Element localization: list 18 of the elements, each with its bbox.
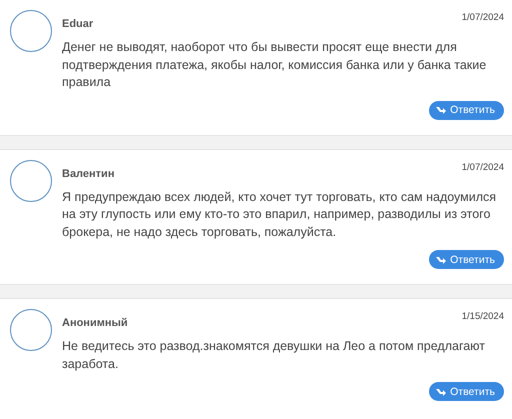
comment-text: Я предупреждаю всех людей, кто хочет тут торговать, кто сам надоумился на эту глупость или ему кто-то это впарил, например, разводилы из этого брокера, не надо здесь торговать, пожалуйста. — [62, 188, 498, 241]
avatar-icon — [10, 309, 52, 351]
reply-arrow-icon — [436, 106, 446, 114]
reply-arrow-icon — [436, 256, 446, 264]
comment-date: 1/07/2024 — [462, 12, 504, 23]
reply-button[interactable]: Ответить — [429, 100, 504, 120]
reply-button[interactable]: Ответить — [429, 250, 504, 269]
avatar-icon — [10, 160, 52, 202]
comment-date: 1/07/2024 — [462, 162, 504, 172]
comment-text: Денег не выводят, наоборот что бы вывести просят еще внести для подтверждения платежа, якобы налог, комиссия банка или у банка такие правила — [62, 39, 488, 91]
author-name: Eduar — [62, 18, 94, 30]
comment-text: Не ведитесь это развод.знакомятся девушки на Лео а потом предлагают заработа. — [62, 338, 486, 373]
avatar-icon — [10, 10, 52, 52]
reply-arrow-icon — [436, 388, 446, 396]
author-name: Валентин — [62, 168, 114, 180]
comment-date: 1/15/2024 — [462, 311, 504, 322]
author-name: Анонимный — [62, 317, 128, 329]
reply-button[interactable]: Ответить — [429, 382, 504, 401]
